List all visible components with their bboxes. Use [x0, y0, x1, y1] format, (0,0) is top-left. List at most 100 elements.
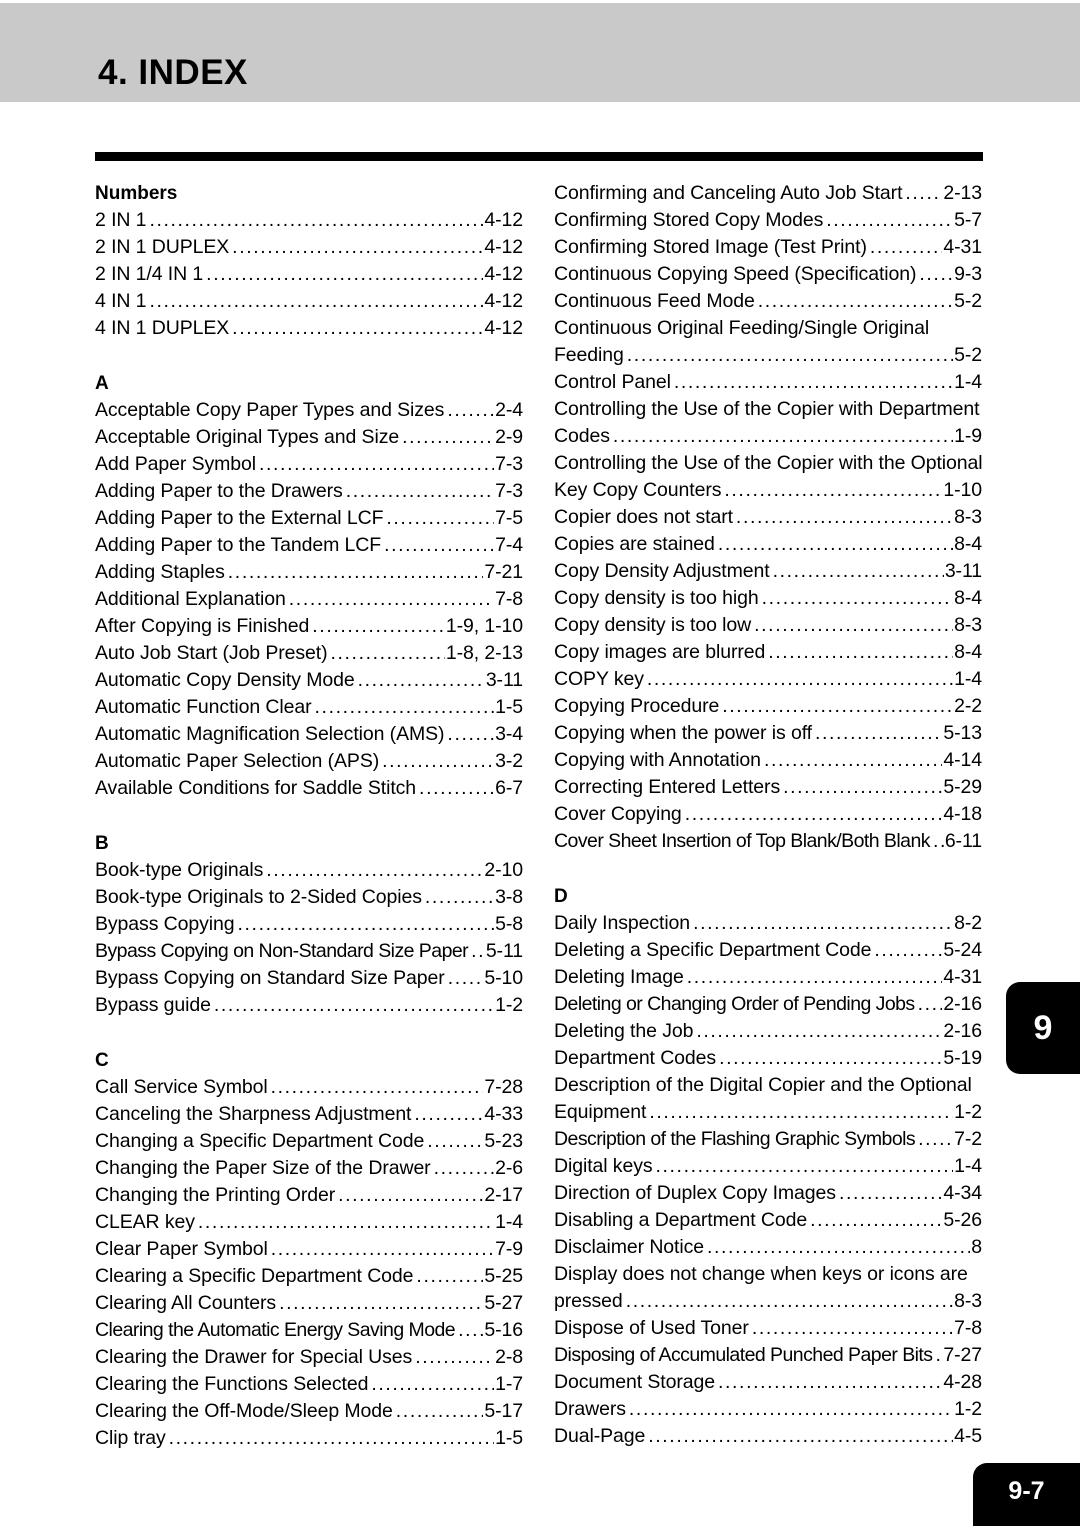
- index-entry-page-number: 7-28: [484, 1076, 523, 1098]
- index-entry-title: Dispose of Used Toner: [554, 1317, 749, 1339]
- index-entry-dot-leader: ........................................…: [149, 290, 483, 312]
- index-entry-dot-leader: ........................................…: [648, 1425, 953, 1447]
- index-entry-page-number: 1-2: [495, 994, 523, 1016]
- index-entry: Copying when the power is off...........…: [554, 720, 982, 747]
- index-entry-dot-leader: ........................................…: [471, 940, 485, 962]
- index-entry: Drawers.................................…: [554, 1396, 982, 1423]
- index-entry-title: Automatic Copy Density Mode: [95, 669, 355, 691]
- index-entry-title: Controlling the Use of the Copier with t…: [554, 452, 982, 474]
- index-entry-dot-leader: ........................................…: [757, 290, 954, 312]
- index-entry: Changing a Specific Department Code.....…: [95, 1128, 523, 1155]
- index-entry-page-number: 4-12: [484, 236, 523, 258]
- index-entry-dot-leader: ........................................…: [932, 830, 944, 852]
- index-entry-dot-leader: ........................................…: [905, 182, 942, 204]
- index-entry-dot-leader: ........................................…: [918, 1128, 954, 1150]
- index-entry-dot-leader: ........................................…: [763, 749, 942, 771]
- index-entry: Equipment...............................…: [554, 1099, 982, 1126]
- index-entry-title: Controlling the Use of the Copier with D…: [554, 398, 980, 420]
- index-entry-title: Book-type Originals: [95, 859, 264, 881]
- index-entry: Call Service Symbol.....................…: [95, 1074, 523, 1101]
- index-entry-page-number: 5-7: [954, 209, 982, 231]
- index-entry-dot-leader: ........................................…: [279, 1292, 484, 1314]
- index-entry-page-number: 2-17: [484, 1184, 523, 1206]
- index-entry-dot-leader: ........................................…: [612, 425, 953, 447]
- index-entry-dot-leader: ........................................…: [314, 696, 495, 718]
- index-entry-dot-leader: ........................................…: [735, 506, 954, 528]
- index-entry-dot-leader: ........................................…: [655, 1155, 954, 1177]
- index-entry-dot-leader: ........................................…: [719, 1047, 942, 1069]
- index-entry: After Copying is Finished...............…: [95, 613, 523, 640]
- index-entry-dot-leader: ........................................…: [345, 480, 494, 502]
- index-entry-dot-leader: ........................................…: [717, 533, 953, 555]
- index-entry-page-number: 2-16: [943, 1020, 982, 1042]
- index-entry-continuation: Display does not change when keys or ico…: [554, 1261, 982, 1288]
- index-entry-page-number: 8-4: [954, 533, 982, 555]
- right-column: Confirming and Canceling Auto Job Start.…: [554, 180, 982, 1452]
- index-entry: Book-type Originals.....................…: [95, 857, 523, 884]
- index-entry: Confirming and Canceling Auto Job Start.…: [554, 180, 982, 207]
- index-entry-title: Copy Density Adjustment: [554, 560, 770, 582]
- index-entry-dot-leader: ........................................…: [259, 453, 494, 475]
- index-entry-title: Automatic Function Clear: [95, 696, 312, 718]
- index-entry-page-number: 7-27: [943, 1344, 982, 1366]
- index-entry-page-number: 4-12: [484, 209, 523, 231]
- index-entry-title: COPY key: [554, 668, 644, 690]
- index-entry-page-number: 4-31: [943, 236, 982, 258]
- index-entry-page-number: 1-4: [954, 1155, 982, 1177]
- index-entry-title: Available Conditions for Saddle Stitch: [95, 777, 417, 799]
- index-entry-page-number: 1-10: [943, 479, 982, 501]
- index-entry-page-number: 1-5: [495, 696, 523, 718]
- index-entry-title: Clearing a Specific Department Code: [95, 1265, 414, 1287]
- index-entry-page-number: 1-4: [954, 668, 982, 690]
- index-entry-page-number: 5-24: [943, 939, 982, 961]
- index-entry-page-number: 8-4: [954, 641, 982, 663]
- index-entry-dot-leader: ........................................…: [810, 1209, 942, 1231]
- index-entry-page-number: 2-9: [495, 426, 523, 448]
- index-entry-dot-leader: ........................................…: [673, 371, 953, 393]
- index-entry-title: Deleting or Changing Order of Pending Jo…: [554, 993, 915, 1015]
- index-entry-dot-leader: ........................................…: [433, 1157, 495, 1179]
- index-entry-page-number: 1-9, 1-10: [445, 615, 523, 637]
- index-entry-title: Clearing the Drawer for Special Uses: [95, 1346, 413, 1368]
- index-entry-continuation: Continuous Original Feeding/Single Origi…: [554, 315, 982, 342]
- index-entry-page-number: 1-9: [954, 425, 982, 447]
- index-entry-page-number: 3-11: [485, 669, 523, 691]
- index-entry-page-number: 4-12: [484, 317, 523, 339]
- index-entry-title: Bypass Copying on Non-Standard Size Pape…: [95, 940, 469, 962]
- index-entry-title: Book-type Originals to 2-Sided Copies: [95, 886, 422, 908]
- index-entry: Automatic Magnification Selection (AMS).…: [95, 721, 523, 748]
- index-entry-dot-leader: ........................................…: [447, 723, 495, 745]
- index-entry: Codes...................................…: [554, 423, 982, 450]
- index-entry-title: Codes: [554, 425, 610, 447]
- index-entry: Copying with Annotation.................…: [554, 747, 982, 774]
- index-entry-title: Drawers: [554, 1398, 626, 1420]
- index-entry-page-number: 3-11: [944, 560, 982, 582]
- index-entry: CLEAR key...............................…: [95, 1209, 523, 1236]
- index-entry: Continuous Feed Mode....................…: [554, 288, 982, 315]
- index-entry-title: Copy density is too high: [554, 587, 759, 609]
- index-entry-title: After Copying is Finished: [95, 615, 310, 637]
- index-entry-title: Equipment: [554, 1101, 647, 1123]
- index-entry-page-number: 1-8, 2-13: [445, 642, 523, 664]
- index-entry: Copy density is too high................…: [554, 585, 982, 612]
- index-entry: Dispose of Used Toner...................…: [554, 1315, 982, 1342]
- index-entry: Document Storage........................…: [554, 1369, 982, 1396]
- index-entry-page-number: 2-2: [954, 695, 982, 717]
- index-entry: Automatic Paper Selection (APS).........…: [95, 748, 523, 775]
- index-entry-title: Digital keys: [554, 1155, 653, 1177]
- index-entry: Dual-Page...............................…: [554, 1423, 982, 1450]
- index-entry-dot-leader: ........................................…: [270, 1076, 484, 1098]
- index-entry-page-number: 2-13: [943, 182, 982, 204]
- index-entry: Deleting a Specific Department Code.....…: [554, 937, 982, 964]
- index-entry: Copy images are blurred.................…: [554, 639, 982, 666]
- index-entry: Bypass Copying on Standard Size Paper...…: [95, 965, 523, 992]
- index-entry-dot-leader: ........................................…: [232, 236, 483, 258]
- section-divider-rule: [95, 152, 983, 161]
- index-entry-page-number: 4-12: [484, 290, 523, 312]
- index-entry-title: Document Storage: [554, 1371, 715, 1393]
- index-entry-page-number: 4-28: [943, 1371, 982, 1393]
- index-entry-page-number: 7-2: [954, 1128, 982, 1150]
- index-entry-dot-leader: ........................................…: [684, 803, 943, 825]
- index-entry-dot-leader: ........................................…: [338, 1184, 483, 1206]
- index-entry-title: Correcting Entered Letters: [554, 776, 781, 798]
